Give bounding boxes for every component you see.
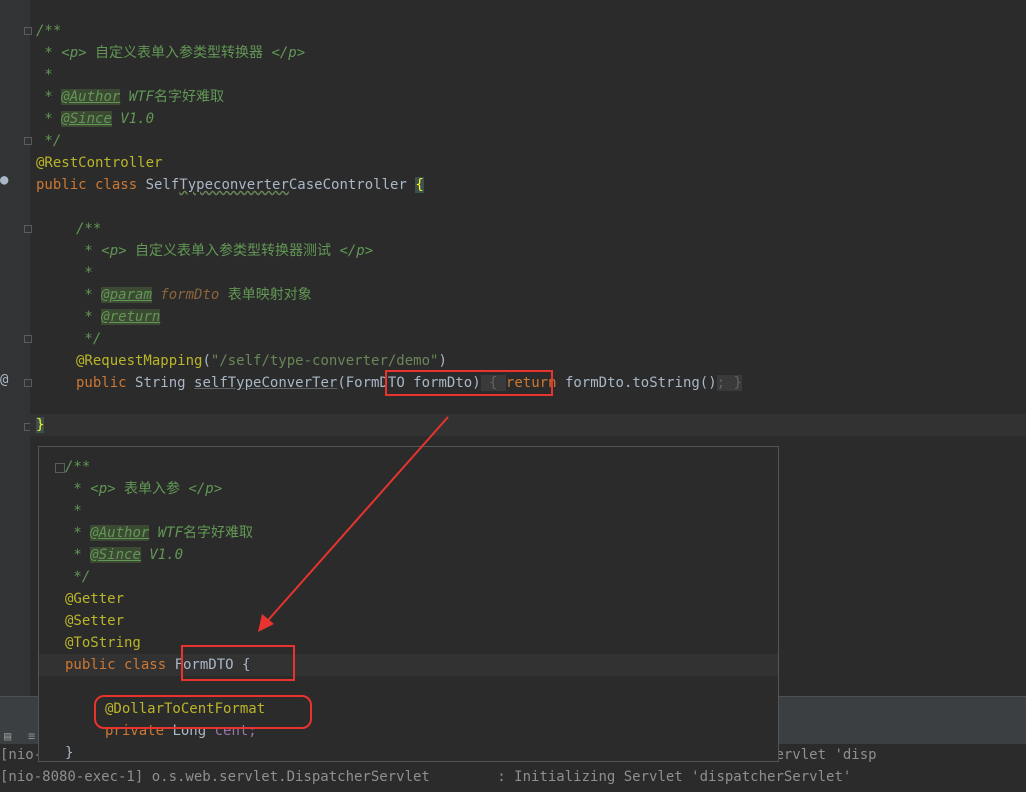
annotation-arrow bbox=[258, 416, 449, 632]
